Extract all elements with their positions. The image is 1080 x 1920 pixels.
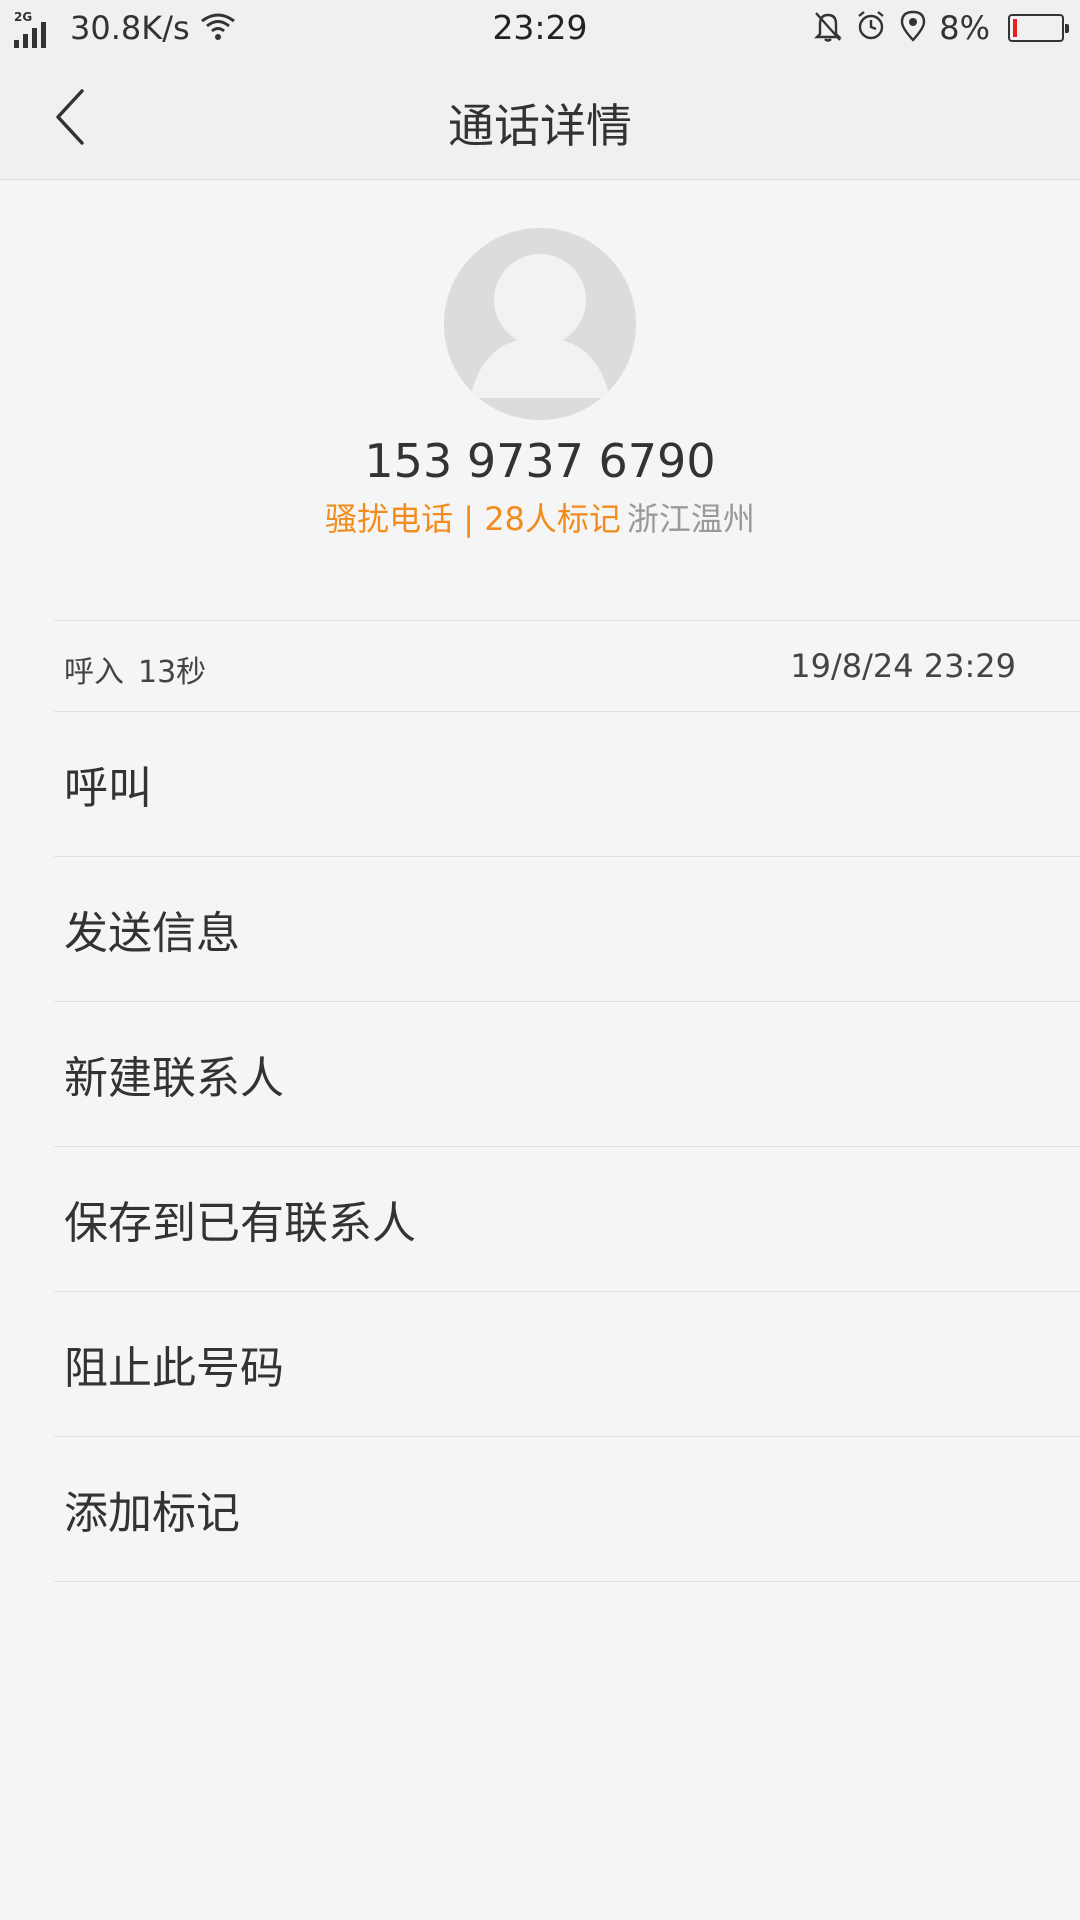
call-direction: 呼入 (64, 655, 124, 690)
status-bar: 2G 30.8K/s 23:29 8% (0, 0, 1080, 56)
call-timestamp: 19/8/24 23:29 (790, 647, 1016, 685)
contact-profile: 153 9737 6790 骚扰电话 | 28人标记 浙江温州 (0, 180, 1080, 620)
number-tag-line: 骚扰电话 | 28人标记 浙江温州 (0, 494, 1080, 540)
location-icon (899, 10, 927, 46)
battery-icon (1008, 14, 1069, 42)
action-list: 呼叫 发送信息 新建联系人 保存到已有联系人 阻止此号码 添加标记 (54, 712, 1080, 1582)
battery-level (1013, 19, 1017, 37)
call-duration: 13秒 (138, 655, 207, 690)
spam-tag: 骚扰电话 | 28人标记 (325, 500, 621, 538)
number-location: 浙江温州 (626, 500, 755, 538)
add-mark-button[interactable]: 添加标记 (54, 1437, 1080, 1582)
call-record-row: 呼入 13秒 19/8/24 23:29 (54, 620, 1080, 712)
status-right: 8% (813, 8, 1069, 48)
new-contact-button[interactable]: 新建联系人 (54, 1002, 1080, 1147)
silent-bell-icon (813, 10, 843, 46)
save-to-existing-contact-button[interactable]: 保存到已有联系人 (54, 1147, 1080, 1292)
call-button[interactable]: 呼叫 (54, 712, 1080, 857)
default-avatar-icon (444, 228, 636, 420)
battery-percent: 8% (939, 9, 990, 47)
call-info: 呼入 13秒 (64, 647, 206, 691)
block-number-button[interactable]: 阻止此号码 (54, 1292, 1080, 1437)
nav-bar: 通话详情 (0, 56, 1080, 180)
phone-number: 153 9737 6790 (364, 434, 716, 488)
alarm-icon (855, 10, 887, 46)
page-title: 通话详情 (448, 99, 632, 153)
send-message-button[interactable]: 发送信息 (54, 857, 1080, 1002)
